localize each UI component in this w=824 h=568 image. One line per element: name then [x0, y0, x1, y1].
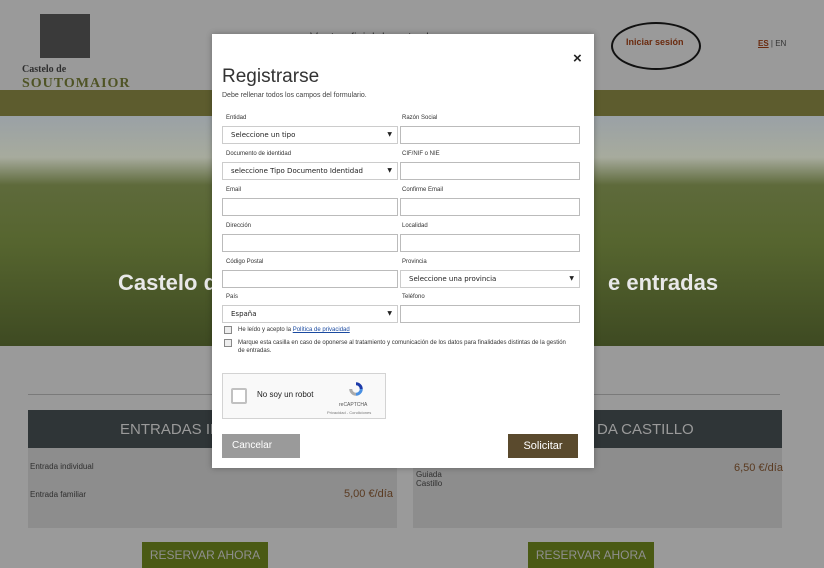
pais-label: País [226, 294, 239, 300]
provincia-value: Seleccione una provincia [409, 275, 497, 283]
reserve-button-right[interactable]: RESERVAR AHORA [528, 542, 654, 568]
confirm-email-field[interactable] [400, 198, 580, 216]
castle-icon [40, 14, 90, 58]
optout-checkbox[interactable] [224, 339, 232, 347]
localidad-input[interactable] [400, 234, 580, 252]
entidad-value: Seleccione un tipo [231, 131, 296, 139]
language-switcher: ES | EN [758, 39, 786, 48]
card-title-right: DA CASTILLO [597, 421, 694, 438]
codigo-postal-label: Código Postal [226, 259, 264, 265]
razon-social-input[interactable] [400, 126, 580, 144]
card-title-left: ENTRADAS IN [120, 421, 221, 438]
lang-en-link[interactable]: EN [775, 39, 786, 48]
privacy-policy-link[interactable]: Política de privacidad [293, 327, 350, 333]
razon-social-label: Razón Social [402, 115, 438, 121]
ticket-row: Entrada familiar [30, 490, 210, 499]
documento-value: seleccione Tipo Documento Identidad [231, 167, 363, 175]
ticket-row: Guiada Castillo [416, 470, 456, 488]
recaptcha-widget: No soy un robot reCAPTCHA Privacidad - C… [222, 373, 386, 419]
ticket-price: 6,50 €/día [734, 462, 783, 474]
ticket-row: Entrada individual [30, 462, 210, 471]
logo-small-text: Castelo de [22, 64, 67, 75]
direccion-input[interactable] [222, 234, 398, 252]
dropdown-arrow-icon: ▼ [569, 275, 574, 282]
hero-title-right: e entradas [608, 270, 719, 295]
pais-value: España [231, 310, 257, 318]
telefono-label: Teléfono [402, 294, 425, 300]
login-link[interactable]: Iniciar sesión [626, 37, 684, 47]
dropdown-arrow-icon: ▼ [387, 310, 392, 317]
dropdown-arrow-icon: ▼ [387, 131, 392, 138]
reserve-button-left[interactable]: RESERVAR AHORA [142, 542, 268, 568]
email-field[interactable] [222, 198, 398, 216]
lang-es-link[interactable]: ES [758, 39, 769, 48]
codigo-postal-input[interactable] [222, 270, 398, 288]
cif-label: CIF/NIF o NIE [402, 151, 440, 157]
ticket-name: Entrada individual [30, 462, 94, 471]
provincia-label: Provincia [402, 259, 427, 265]
privacy-text: He leído y acepto la Política de privaci… [238, 326, 568, 334]
direccion-label: Dirección [226, 223, 252, 229]
recaptcha-brand: reCAPTCHA [339, 402, 368, 408]
documento-select[interactable]: seleccione Tipo Documento Identidad ▼ [222, 162, 398, 180]
ticket-name: Guiada Castillo [416, 470, 443, 488]
site-logo[interactable]: Castelo de SOUTOMAIOR [22, 14, 132, 94]
lang-separator: | [770, 39, 773, 48]
entidad-label: Entidad [226, 115, 247, 121]
privacy-prefix: He leído y acepto la [238, 327, 293, 333]
recaptcha-logo-icon [349, 382, 363, 396]
localidad-label: Localidad [402, 223, 428, 229]
documento-label: Documento de identidad [226, 151, 292, 157]
register-modal: × Registrarse Debe rellenar todos los ca… [212, 34, 594, 468]
recaptcha-terms-link[interactable]: Privacidad - Condiciones [327, 410, 371, 415]
ticket-price: 5,00 €/día [344, 488, 393, 500]
privacy-checkbox[interactable] [224, 326, 232, 334]
hero-title-left: Castelo d [118, 270, 218, 295]
email-label: Email [226, 187, 242, 193]
telefono-input[interactable] [400, 305, 580, 323]
modal-subtitle: Debe rellenar todos los campos del formu… [222, 92, 367, 99]
ticket-name: Entrada familiar [30, 490, 87, 499]
cif-input[interactable] [400, 162, 580, 180]
dropdown-arrow-icon: ▼ [387, 167, 392, 174]
recaptcha-label: No soy un robot [257, 390, 314, 399]
confirm-email-label: Confirme Email [402, 187, 444, 193]
pais-select[interactable]: España ▼ [222, 305, 398, 323]
entidad-select[interactable]: Seleccione un tipo ▼ [222, 126, 398, 144]
close-icon[interactable]: × [573, 50, 582, 67]
cancel-button[interactable]: Cancelar [222, 434, 300, 458]
recaptcha-checkbox[interactable] [231, 388, 247, 404]
provincia-select[interactable]: Seleccione una provincia ▼ [400, 270, 580, 288]
optout-text: Marque esta casilla en caso de oponerse … [238, 340, 566, 354]
modal-title: Registrarse [222, 66, 320, 87]
submit-button[interactable]: Solicitar [508, 434, 578, 458]
